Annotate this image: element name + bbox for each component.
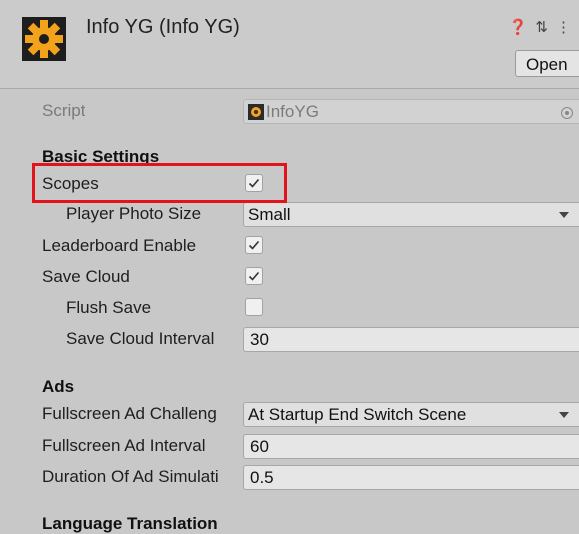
save-cloud-interval-row: Save Cloud Interval 30 bbox=[0, 325, 579, 355]
fullscreen-ad-interval-input[interactable]: 60 bbox=[243, 434, 579, 459]
flush-save-label: Flush Save bbox=[66, 298, 152, 317]
fullscreen-ad-interval-label: Fullscreen Ad Interval bbox=[42, 436, 206, 455]
ad-simulation-duration-row: Duration Of Ad Simulati 0.5 bbox=[0, 463, 579, 493]
save-cloud-checkbox[interactable] bbox=[245, 267, 263, 285]
script-label: Script bbox=[42, 101, 86, 120]
fullscreen-ad-challenge-value: At Startup End Switch Scene bbox=[248, 405, 467, 424]
object-picker-icon[interactable] bbox=[561, 107, 573, 119]
help-icon[interactable]: ❓ bbox=[509, 19, 528, 36]
settings-sliders-icon[interactable]: ⇅ bbox=[535, 19, 548, 36]
ads-heading: Ads bbox=[42, 377, 75, 396]
fullscreen-ad-challenge-dropdown[interactable]: At Startup End Switch Scene bbox=[243, 402, 579, 427]
leaderboard-row: Leaderboard Enable bbox=[0, 232, 579, 262]
save-cloud-label: Save Cloud bbox=[42, 267, 130, 286]
script-row: Script InfoYG bbox=[0, 97, 579, 127]
component-title: Info YG (Info YG) bbox=[86, 16, 240, 38]
script-value: InfoYG bbox=[266, 102, 319, 121]
fullscreen-ad-challenge-label: Fullscreen Ad Challeng bbox=[42, 404, 217, 423]
ad-simulation-duration-label: Duration Of Ad Simulati bbox=[42, 467, 219, 486]
header-icons: ❓ ⇅ ⋮ bbox=[509, 18, 579, 36]
kebab-menu-icon[interactable]: ⋮ bbox=[556, 19, 571, 36]
flush-save-checkbox[interactable] bbox=[245, 298, 263, 316]
save-cloud-interval-label: Save Cloud Interval bbox=[66, 329, 215, 348]
fullscreen-ad-interval-row: Fullscreen Ad Interval 60 bbox=[0, 432, 579, 462]
checkmark-icon bbox=[248, 271, 260, 281]
inspector-header: Info YG (Info YG) ❓ ⇅ ⋮ Open bbox=[0, 0, 579, 89]
player-photo-size-dropdown[interactable]: Small bbox=[243, 202, 579, 227]
save-cloud-row: Save Cloud bbox=[0, 263, 579, 293]
leaderboard-checkbox[interactable] bbox=[245, 236, 263, 254]
script-object-field[interactable]: InfoYG bbox=[243, 99, 579, 124]
leaderboard-label: Leaderboard Enable bbox=[42, 236, 197, 255]
ad-simulation-duration-input[interactable]: 0.5 bbox=[243, 465, 579, 490]
inspector-body: Script InfoYG Basic Settings Scopes Play… bbox=[0, 89, 579, 533]
scopes-highlight-box bbox=[32, 163, 287, 203]
flush-save-row: Flush Save bbox=[0, 294, 579, 324]
player-photo-size-label: Player Photo Size bbox=[66, 204, 202, 223]
dropdown-arrow-icon bbox=[559, 212, 569, 218]
save-cloud-interval-input[interactable]: 30 bbox=[243, 327, 579, 352]
open-button[interactable]: Open bbox=[515, 50, 579, 77]
player-photo-size-row: Player Photo Size Small bbox=[0, 200, 579, 230]
dropdown-arrow-icon bbox=[559, 412, 569, 418]
checkmark-icon bbox=[248, 240, 260, 250]
fullscreen-ad-challenge-row: Fullscreen Ad Challeng At Startup End Sw… bbox=[0, 400, 579, 430]
player-photo-size-value: Small bbox=[248, 205, 291, 224]
script-gear-icon bbox=[248, 104, 264, 120]
language-translation-heading: Language Translation bbox=[42, 514, 218, 533]
component-gear-icon bbox=[22, 17, 66, 61]
